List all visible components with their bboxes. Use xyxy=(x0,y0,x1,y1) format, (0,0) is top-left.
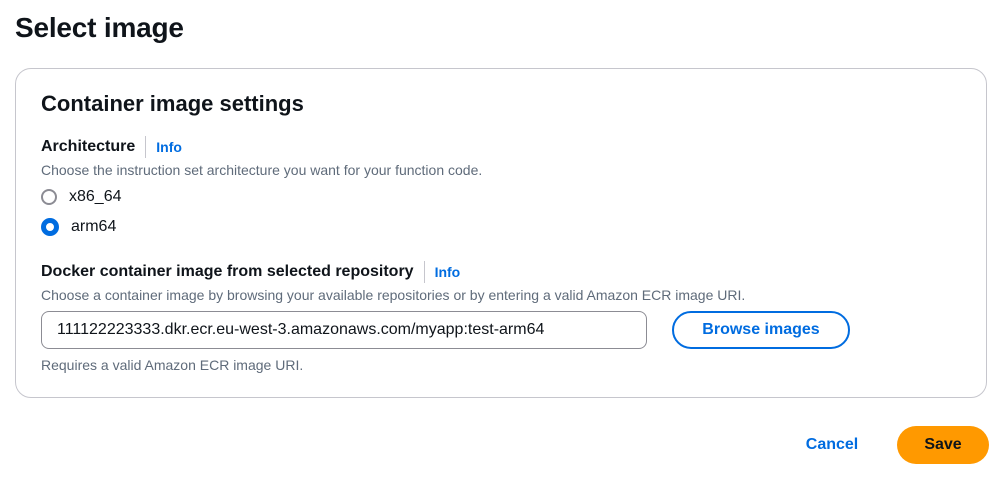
save-button[interactable]: Save xyxy=(897,426,989,464)
browse-images-button[interactable]: Browse images xyxy=(672,311,850,349)
container-image-settings-panel: Container image settings Architecture In… xyxy=(15,68,987,398)
image-uri-label: Docker container image from selected rep… xyxy=(41,263,414,280)
radio-checked-icon[interactable] xyxy=(41,218,59,236)
image-uri-description: Choose a container image by browsing you… xyxy=(41,287,746,303)
image-uri-info-link[interactable]: Info xyxy=(435,264,461,280)
radio-option-x86-64[interactable]: x86_64 xyxy=(41,185,122,209)
radio-option-arm64[interactable]: arm64 xyxy=(41,215,116,239)
cancel-button[interactable]: Cancel xyxy=(790,426,874,464)
architecture-label: Architecture xyxy=(41,138,136,155)
image-uri-input[interactable] xyxy=(41,311,647,349)
panel-title: Container image settings xyxy=(41,91,304,116)
architecture-info-link[interactable]: Info xyxy=(156,139,182,155)
radio-unchecked-icon[interactable] xyxy=(41,189,57,205)
label-divider xyxy=(423,261,425,283)
radio-label: arm64 xyxy=(71,218,117,235)
page-title: Select image xyxy=(15,12,184,43)
label-divider xyxy=(145,136,147,158)
architecture-description: Choose the instruction set architecture … xyxy=(41,162,483,178)
radio-label: x86_64 xyxy=(69,188,122,205)
architecture-label-row: Architecture Info xyxy=(41,135,182,159)
image-uri-constraint: Requires a valid Amazon ECR image URI. xyxy=(41,357,304,373)
image-uri-label-row: Docker container image from selected rep… xyxy=(41,260,460,284)
